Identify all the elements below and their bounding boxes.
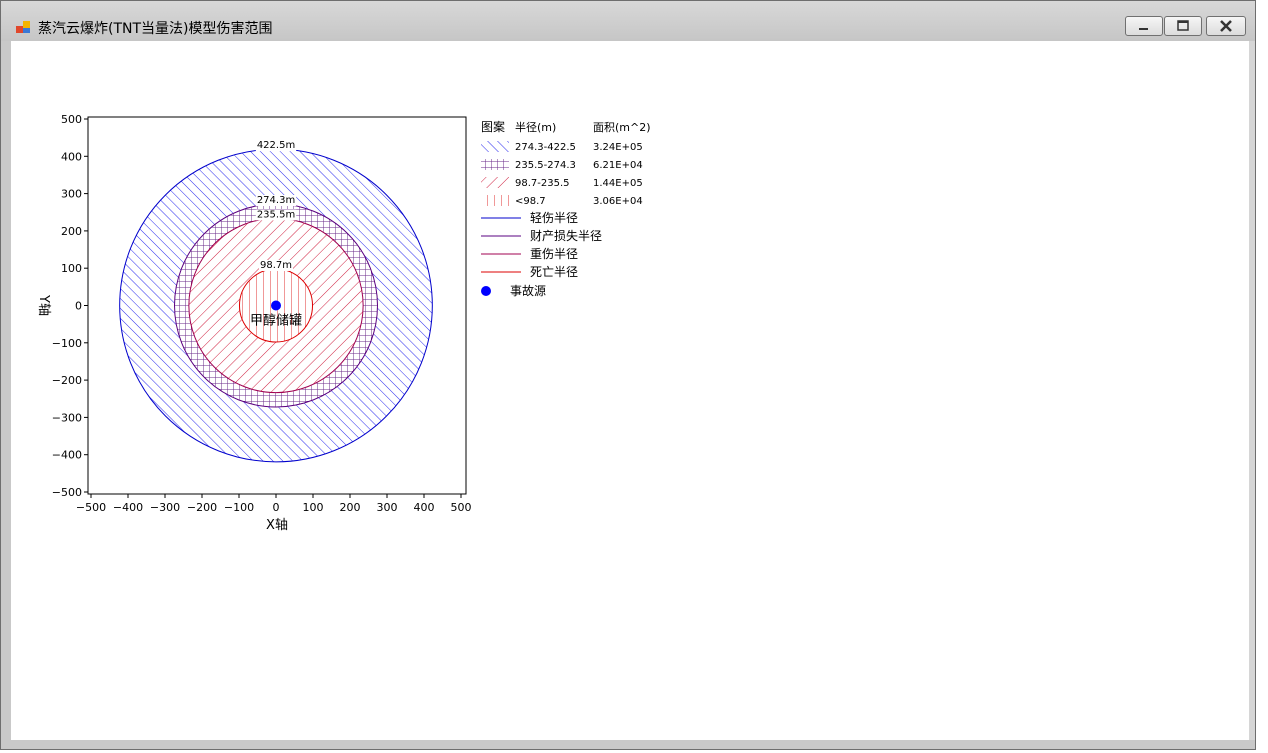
radius-label-2: 274.3m [257, 195, 295, 206]
radius-label-3: 235.5m [257, 209, 295, 220]
legend-line-label-4: 死亡半径 [530, 265, 578, 279]
legend-line-label-3: 重伤半径 [530, 247, 578, 261]
legend-line-label-1: 轻伤半径 [530, 211, 578, 225]
app-window: 蒸汽云爆炸(TNT当量法)模型伤害范围 422.5m 274.3m 235.5m… [0, 0, 1256, 750]
legend-area-3: 1.44E+05 [593, 178, 643, 189]
x-axis: −500 −400 −300 −200 −100 0 100 200 300 400 500 [76, 494, 472, 514]
window-title: 蒸汽云爆炸(TNT当量法)模型伤害范围 [38, 21, 273, 37]
x-tick-label: 400 [414, 501, 435, 514]
radius-label-4: 98.7m [260, 260, 292, 271]
legend: 图案 半径(m) 面积(m^2) 274.3-422.5 3.24E+05 235.… [481, 119, 651, 298]
y-tick-label: −300 [52, 411, 82, 424]
y-tick-label: 300 [61, 188, 82, 201]
legend-radius-2: 235.5-274.3 [515, 160, 576, 171]
legend-line-label-2: 财产损失半径 [530, 228, 602, 243]
x-tick-label: −100 [224, 501, 254, 514]
legend-header-radius: 半径(m) [515, 120, 556, 134]
legend-header-pattern: 图案 [481, 119, 505, 134]
x-tick-label: −400 [113, 501, 143, 514]
window-right-border [1249, 41, 1255, 740]
legend-area-1: 3.24E+05 [593, 142, 643, 153]
x-tick-label: 0 [273, 501, 280, 514]
x-tick-label: 200 [340, 501, 361, 514]
legend-area-4: 3.06E+04 [593, 196, 643, 207]
close-button[interactable] [1206, 16, 1246, 36]
legend-radius-4: <98.7 [515, 196, 546, 207]
y-tick-label: 100 [61, 262, 82, 275]
x-tick-label: 300 [377, 501, 398, 514]
x-tick-label: 100 [303, 501, 324, 514]
maximize-icon [1177, 20, 1189, 31]
x-axis-label: X轴 [266, 518, 288, 533]
y-tick-label: −200 [52, 374, 82, 387]
legend-swatch-3 [481, 177, 509, 188]
x-tick-label: −500 [76, 501, 106, 514]
y-tick-label: −400 [52, 449, 82, 462]
legend-area-2: 6.21E+04 [593, 160, 643, 171]
legend-source-label: 事故源 [510, 283, 546, 298]
close-icon [1220, 20, 1232, 32]
legend-radius-1: 274.3-422.5 [515, 142, 576, 153]
maximize-button[interactable] [1164, 16, 1202, 36]
legend-header-area: 面积(m^2) [593, 121, 651, 134]
legend-source-marker [481, 286, 491, 296]
app-window-icon [16, 21, 30, 33]
y-axis: 500 400 300 200 100 0 −100 −200 −300 −400 −500 [52, 113, 88, 499]
x-tick-label: 500 [451, 501, 472, 514]
y-tick-label: 0 [75, 300, 82, 313]
y-tick-label: −100 [52, 337, 82, 350]
damage-range-chart: 422.5m 274.3m 235.5m 98.7m 甲醇储罐 −500 −400 −300… [36, 113, 651, 533]
legend-swatch-4 [481, 195, 509, 206]
y-tick-label: 200 [61, 225, 82, 238]
y-tick-label: −500 [52, 486, 82, 499]
plot-area: 422.5m 274.3m 235.5m 98.7m 甲醇储罐 [119, 140, 433, 463]
x-tick-label: −200 [187, 501, 217, 514]
outer-margin [1256, 0, 1268, 753]
client-area: 422.5m 274.3m 235.5m 98.7m 甲醇储罐 −500 −400 −300… [11, 41, 1249, 740]
minimize-button[interactable] [1125, 16, 1163, 36]
x-tick-label: −300 [150, 501, 180, 514]
y-tick-label: 500 [61, 113, 82, 126]
accident-source-label: 甲醇储罐 [250, 313, 302, 329]
legend-swatch-1 [481, 141, 509, 152]
y-axis-label: Y轴 [36, 294, 51, 316]
legend-radius-3: 98.7-235.5 [515, 178, 570, 189]
title-bar[interactable]: 蒸汽云爆炸(TNT当量法)模型伤害范围 [1, 1, 1255, 41]
y-tick-label: 400 [61, 150, 82, 163]
radius-label-1: 422.5m [257, 140, 295, 151]
legend-swatch-2 [481, 159, 509, 170]
minimize-icon [1139, 28, 1148, 30]
accident-source-point [271, 300, 281, 311]
